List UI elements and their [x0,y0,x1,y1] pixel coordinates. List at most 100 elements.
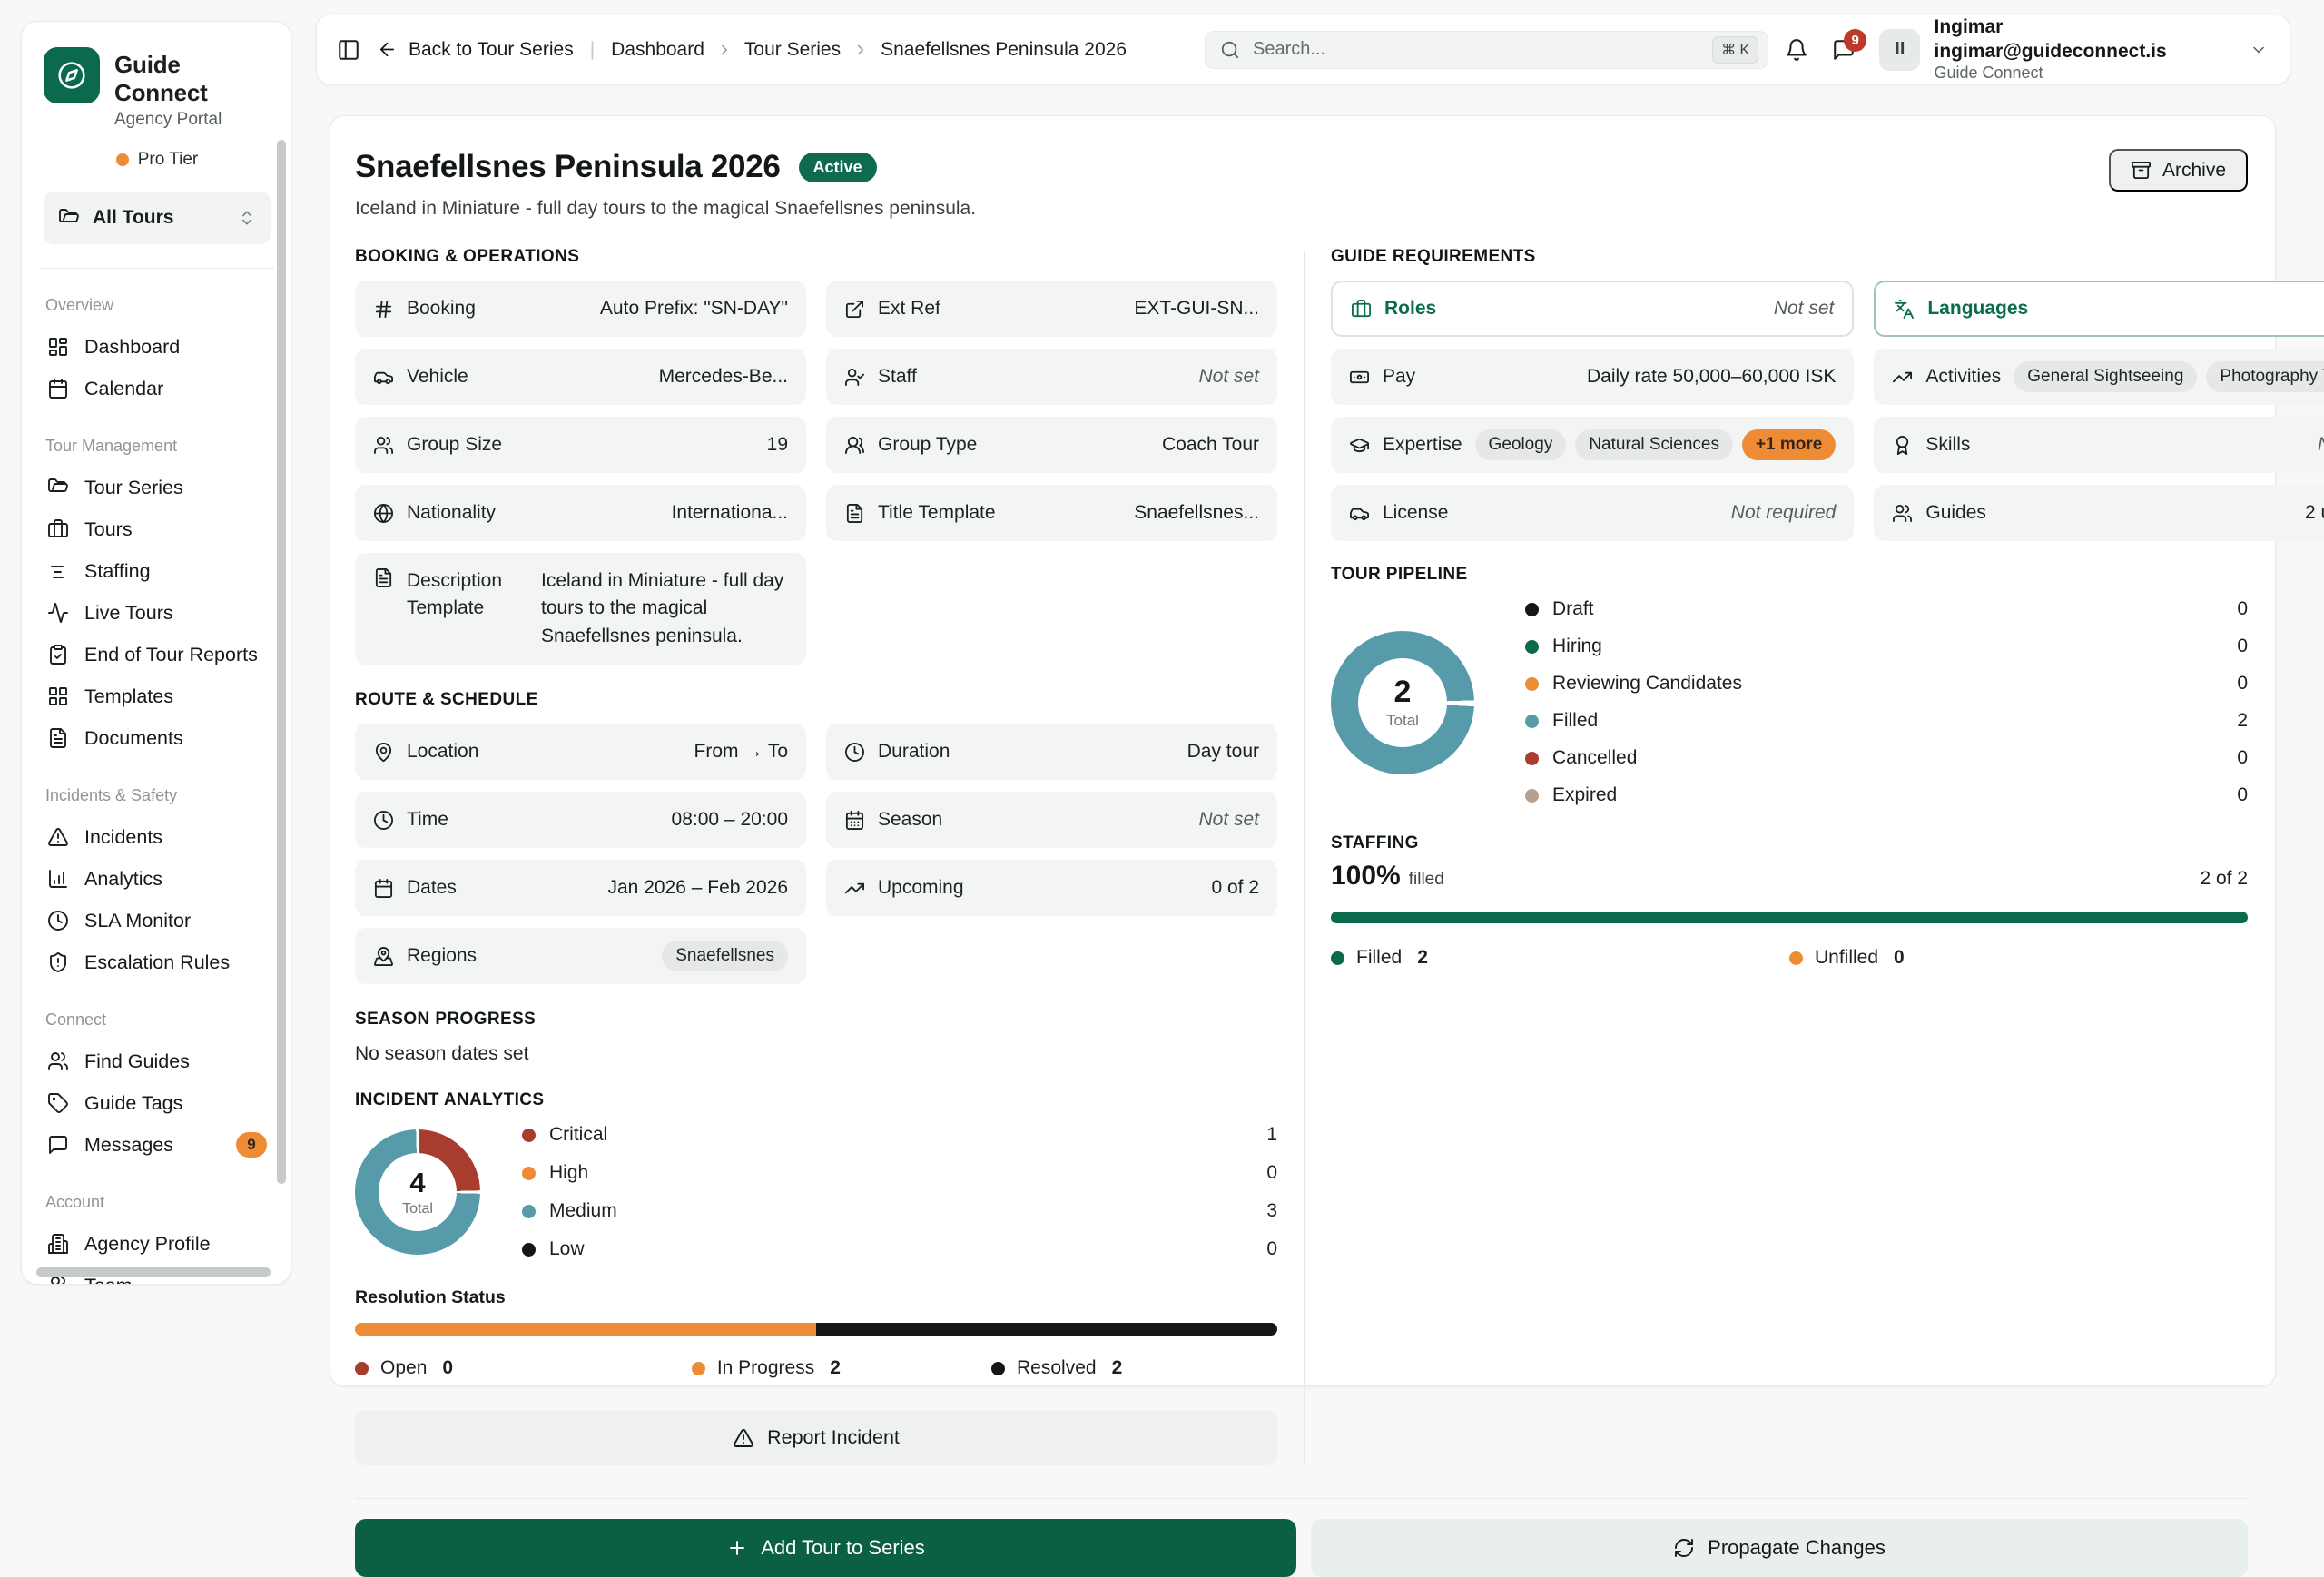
sidebar-item-end-of-tour-reports[interactable]: End of Tour Reports [44,634,271,675]
calendar-days-icon [844,810,865,831]
brand-subtitle: Agency Portal [114,110,271,130]
field-value: 19 [767,434,788,456]
folder-open-icon [58,207,80,229]
field-time[interactable]: Time08:00 – 20:00 [355,792,806,848]
field-value: EXT-GUI-SN... [1134,298,1259,320]
sidebar-item-staffing[interactable]: Staffing [44,550,271,592]
field-location[interactable]: LocationFrom → To [355,724,806,780]
panel-left-icon[interactable] [337,38,360,62]
bell-icon[interactable] [1785,38,1808,62]
legend-dot [1525,715,1539,728]
field-vehicle[interactable]: VehicleMercedes-Be... [355,349,806,405]
field-group-size[interactable]: Group Size19 [355,417,806,473]
legend-count: 2 [1112,1357,1123,1379]
users-icon [1892,503,1913,524]
field-booking[interactable]: BookingAuto Prefix: "SN-DAY" [355,281,806,337]
add-tour-to-series-button[interactable]: Add Tour to Series [355,1519,1296,1577]
field-staff[interactable]: StaffNot set [826,349,1277,405]
sidebar-item-label: Guide Tags [84,1092,182,1115]
field-value: Daily rate 50,000–60,000 ISK [1587,366,1836,388]
field-chips: GeologyNatural Sciences+1 more [1475,429,1837,460]
field-label: Dates [407,877,457,899]
messages-badge: 9 [236,1132,267,1158]
field-group-type[interactable]: Group TypeCoach Tour [826,417,1277,473]
field-duration[interactable]: DurationDay tour [826,724,1277,780]
legend-dot [1525,640,1539,654]
legend-dot [692,1362,705,1375]
archive-button[interactable]: Archive [2109,149,2248,192]
sidebar-item-label: Escalation Rules [84,951,230,974]
sidebar-horizontal-scrollbar[interactable] [36,1267,271,1277]
legend-row: Critical1 [522,1124,1277,1146]
sidebar-item-tour-series[interactable]: Tour Series [44,467,271,508]
sidebar-item-messages[interactable]: Messages9 [44,1124,271,1166]
sidebar-item-live-tours[interactable]: Live Tours [44,592,271,634]
field-value: Not set [1198,809,1259,831]
legend-row: Reviewing Candidates0 [1525,673,2248,695]
field-season[interactable]: SeasonNot set [826,792,1277,848]
sidebar-item-dashboard[interactable]: Dashboard [44,326,271,368]
legend-count: 2 [1417,947,1428,969]
report-incident-button[interactable]: Report Incident [355,1410,1277,1465]
sidebar-item-documents[interactable]: Documents [44,717,271,759]
sidebar-item-templates[interactable]: Templates [44,675,271,717]
legend-dot [522,1243,536,1257]
search-input[interactable] [1251,38,1701,61]
incident-analytics-heading: INCIDENT ANALYTICS [355,1090,1277,1110]
breadcrumb-item[interactable]: Dashboard [611,39,704,61]
legend-row: Resolved2 [991,1357,1277,1379]
field-chips: General SightseeingPhotography Tours [2014,361,2324,392]
avatar: II [1879,29,1920,71]
briefcase-icon [1351,299,1372,320]
field-label: Ext Ref [878,298,940,320]
alert-triangle-icon [47,826,69,848]
season-progress-empty: No season dates set [355,1043,1277,1065]
field-skills[interactable]: SkillsNot set [1874,417,2324,473]
user-menu[interactable]: II Ingimar ingimar@guideconnect.is Guide… [1879,15,2268,83]
sidebar-item-analytics[interactable]: Analytics [44,858,271,900]
field-expertise[interactable]: ExpertiseGeologyNatural Sciences+1 more [1331,417,1854,473]
sidebar-item-guide-tags[interactable]: Guide Tags [44,1082,271,1124]
sidebar-item-calendar[interactable]: Calendar [44,368,271,409]
search-bar[interactable]: ⌘ K [1205,31,1768,69]
field-value: Internationa... [672,502,788,524]
all-tours-selector[interactable]: All Tours [44,192,271,244]
field-label: Location [407,741,478,763]
field-ext-ref[interactable]: Ext Ref EXT-GUI-SN... [826,281,1277,337]
legend-dot [1789,951,1803,965]
sidebar-item-incidents[interactable]: Incidents [44,816,271,858]
sidebar-item-label: Calendar [84,378,163,400]
field-license[interactable]: LicenseNot required [1331,485,1854,541]
field-activities[interactable]: ActivitiesGeneral SightseeingPhotography… [1874,349,2324,405]
breadcrumb-item[interactable]: Tour Series [744,39,841,61]
back-to-tour-series-link[interactable]: Back to Tour Series [377,39,574,61]
field-title-template[interactable]: Title TemplateSnaefellsnes... [826,485,1277,541]
field-description-template[interactable]: Description TemplateIceland in Miniature… [355,553,806,665]
field-roles[interactable]: RolesNot set [1331,281,1854,337]
user-org: Guide Connect [1934,64,2236,84]
sidebar-item-tours[interactable]: Tours [44,508,271,550]
field-regions[interactable]: RegionsSnaefellsnes [355,928,806,984]
sidebar-item-sla-monitor[interactable]: SLA Monitor [44,900,271,941]
field-dates[interactable]: DatesJan 2026 – Feb 2026 [355,860,806,916]
legend-dot [1525,603,1539,616]
legend-dot [1525,789,1539,803]
field-pay[interactable]: Pay Daily rate 50,000–60,000 ISK [1331,349,1854,405]
resolution-bar-segment [355,1323,816,1336]
field-languages[interactable]: Languages- [1874,281,2324,337]
field-nationality[interactable]: NationalityInternationa... [355,485,806,541]
sidebar-item-find-guides[interactable]: Find Guides [44,1040,271,1082]
field-guides[interactable]: Guides2 unique [1874,485,2324,541]
briefcase-icon [47,518,69,540]
propagate-changes-button[interactable]: Propagate Changes [1311,1519,2248,1577]
sidebar-item-label: Tour Series [84,477,183,499]
incident-total-label: Total [402,1201,433,1217]
sidebar-item-agency-profile[interactable]: Agency Profile [44,1223,271,1265]
archive-icon [2131,160,2152,181]
sidebar-item-escalation-rules[interactable]: Escalation Rules [44,941,271,983]
field-upcoming[interactable]: Upcoming0 of 2 [826,860,1277,916]
sidebar-vertical-scrollbar[interactable] [277,140,286,1184]
messages-button[interactable]: 9 [1832,38,1856,62]
brand-name: Guide Connect [114,51,271,107]
field-label: Pay [1383,366,1415,388]
